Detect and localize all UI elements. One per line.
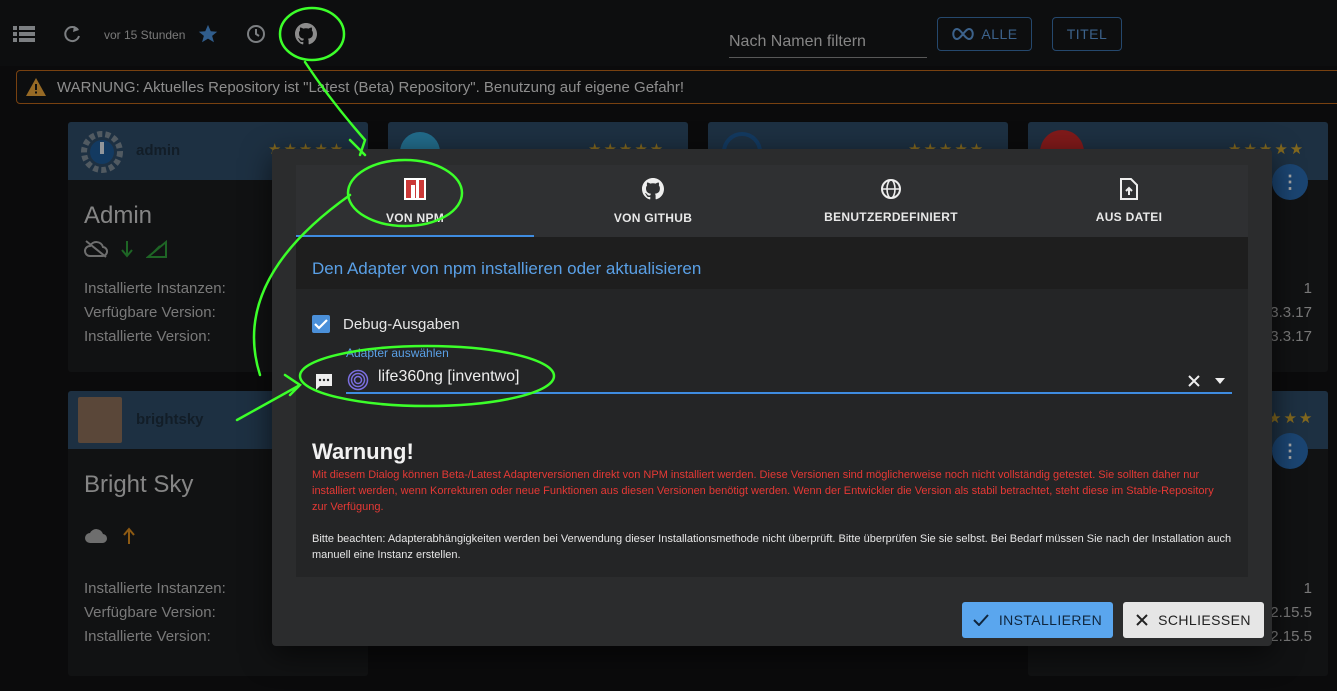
adapter-select-label: Adapter auswählen: [346, 346, 449, 360]
tab-github[interactable]: VON GITHUB: [534, 165, 772, 237]
tab-npm[interactable]: VON NPM: [296, 165, 534, 237]
debug-checkbox[interactable]: [312, 315, 330, 333]
fingerprint-icon: [347, 369, 369, 391]
debug-checkbox-label: Debug-Ausgaben: [343, 316, 460, 333]
tab-label: AUS DATEI: [1095, 210, 1163, 224]
dependency-note: Bitte beachten: Adapterabhängigkeiten we…: [312, 533, 1232, 561]
install-source-tabs: VON NPM VON GITHUB BENUTZERDEFINIERT AUS…: [296, 165, 1248, 237]
adapter-select-underline: [346, 392, 1232, 394]
file-upload-icon: [1120, 178, 1138, 200]
warning-text: Mit diesem Dialog können Beta-/Latest Ad…: [312, 469, 1214, 513]
globe-icon: [881, 179, 901, 199]
tab-label: VON NPM: [385, 211, 445, 225]
dialog-subtitle: Den Adapter von npm installieren oder ak…: [312, 259, 702, 278]
clear-icon[interactable]: [1187, 374, 1201, 388]
npm-icon: [404, 178, 426, 200]
tab-custom[interactable]: BENUTZERDEFINIERT: [772, 165, 1010, 237]
close-button[interactable]: SCHLIESSEN: [1123, 602, 1264, 638]
github-icon: [642, 178, 664, 200]
install-button[interactable]: INSTALLIEREN: [962, 602, 1113, 638]
close-button-label: SCHLIESSEN: [1158, 612, 1251, 628]
check-icon: [314, 319, 328, 330]
dialog-content: VON NPM VON GITHUB BENUTZERDEFINIERT AUS…: [296, 165, 1248, 577]
close-icon: [1136, 614, 1148, 626]
tab-label: VON GITHUB: [613, 211, 693, 225]
install-button-label: INSTALLIEREN: [998, 612, 1103, 628]
npm-install-form: Debug-Ausgaben Adapter auswählen life360…: [296, 289, 1248, 577]
dropdown-arrow-icon[interactable]: [1214, 377, 1226, 385]
tab-file[interactable]: AUS DATEI: [1010, 165, 1248, 237]
chat-icon: [316, 374, 332, 390]
adapter-select-value: life360ng [inventwo]: [378, 368, 520, 385]
tab-label: BENUTZERDEFINIERT: [824, 210, 958, 224]
warning-title: Warnung!: [312, 439, 414, 464]
install-adapter-dialog: VON NPM VON GITHUB BENUTZERDEFINIERT AUS…: [272, 149, 1272, 646]
check-icon: [973, 614, 989, 626]
